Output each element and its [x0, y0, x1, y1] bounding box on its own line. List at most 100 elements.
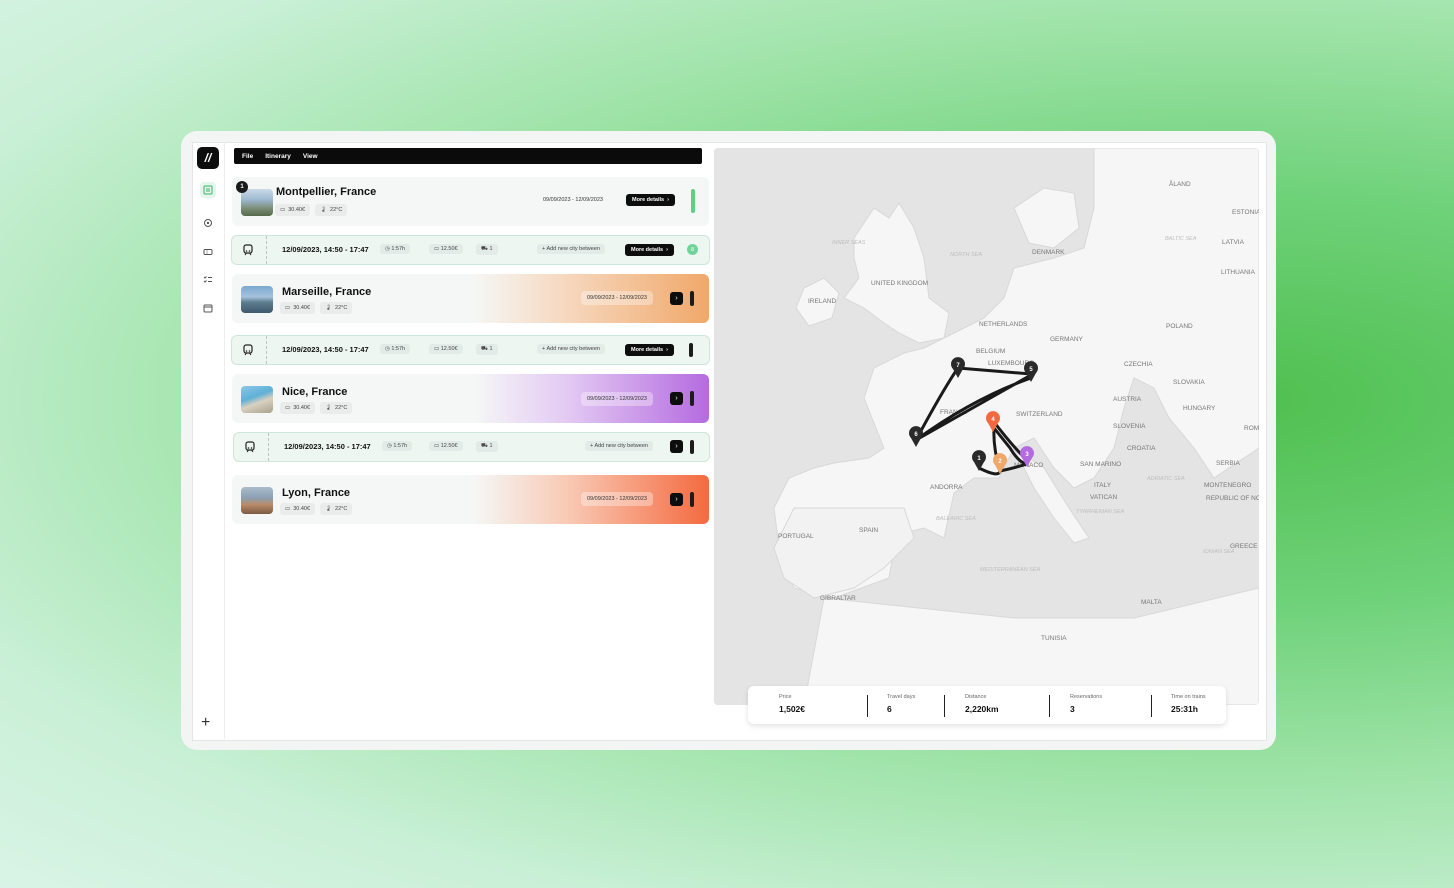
app-logo[interactable]: //	[197, 147, 219, 169]
map-label: ROM	[1244, 425, 1259, 432]
temp-chip: 🌡 22°C	[315, 204, 348, 216]
map-label: BELGIUM	[976, 348, 1005, 355]
stop-card-marseille[interactable]: Marseille, France ▭ 30.40€ 🌡 22°C 09/09/20…	[232, 274, 709, 323]
thermometer-icon: 🌡	[325, 305, 333, 311]
map-label: MONTENEGRO	[1204, 482, 1251, 489]
menu-view[interactable]: View	[303, 153, 318, 160]
menu-itinerary[interactable]: Itinerary	[265, 153, 291, 160]
add-city-button[interactable]: + Add new city between	[585, 441, 653, 451]
stat-divider	[944, 695, 945, 717]
stop-color-bar[interactable]	[691, 189, 695, 213]
map-label: SLOVENIA	[1113, 423, 1146, 430]
map-label: DENMARK	[1032, 249, 1065, 256]
city-name: Marseille, France	[282, 286, 372, 298]
checklist-icon[interactable]	[200, 272, 216, 288]
map-label: REPUBLIC OF NO MACEDONIA	[1206, 495, 1259, 502]
map-label: BALTIC SEA	[1165, 236, 1197, 242]
leg-status-badge: 8	[687, 244, 698, 255]
date-range: 09/09/2023 - 12/09/2023	[581, 291, 653, 305]
leg-divider	[268, 433, 269, 461]
stop-card-montpellier[interactable]: Montpellier, France ▭ 30.40€ 🌡 22°C 09/09/…	[232, 177, 709, 226]
map-label: TYRRHENIAN SEA	[1076, 509, 1125, 515]
map-label: SERBIA	[1216, 460, 1241, 467]
stat-distance: Distance 2,220km	[965, 694, 999, 714]
add-city-button[interactable]: + Add new city between	[537, 344, 605, 354]
stat-divider	[1151, 695, 1152, 717]
stat-reservations: Reservations 3	[1070, 694, 1103, 714]
add-city-button[interactable]: + Add new city between	[537, 244, 605, 254]
map-label: SWITZERLAND	[1016, 411, 1063, 418]
more-details-button[interactable]: More details ›	[626, 194, 675, 206]
seats-chip: ⛟ 1	[476, 344, 498, 355]
map-label: ESTONIA	[1232, 209, 1259, 216]
side-rail	[192, 142, 225, 739]
map-label: CROATIA	[1127, 445, 1156, 452]
train-leg-3[interactable]: 12/09/2023, 14:50 - 17:47 ◷ 1:57h ▭ 12.5…	[233, 432, 710, 462]
leg-color-bar[interactable]	[689, 343, 693, 357]
map-label: TUNISIA	[1041, 635, 1067, 642]
map-label: CZECHIA	[1124, 361, 1153, 368]
chevron-right-icon[interactable]: ›	[670, 440, 683, 453]
map-label: ITALY	[1094, 482, 1112, 489]
leg-price-chip: ▭ 12.50€	[429, 441, 463, 451]
list-icon[interactable]	[200, 182, 216, 198]
train-icon	[242, 343, 254, 361]
chevron-right-icon[interactable]: ›	[670, 493, 683, 506]
map-label: GREECE	[1230, 543, 1258, 550]
temp-chip: 🌡 22°C	[320, 402, 353, 414]
stat-time-on-trains: Time on trains 25:31h	[1171, 694, 1206, 714]
date-range: 09/09/2023 - 12/09/2023	[543, 197, 603, 203]
stop-color-bar[interactable]	[690, 291, 694, 306]
map-label: AUSTRIA	[1113, 396, 1142, 403]
seats-chip: ⛟ 1	[476, 244, 498, 255]
map-label: INNER SEAS	[832, 240, 866, 246]
date-range: 09/09/2023 - 12/09/2023	[581, 492, 653, 506]
map-label: UNITED KINGDOM	[871, 280, 928, 287]
route-map[interactable]: ÅLAND ESTONIA LATVIA LITHUANIA INNER SEAS NOR…	[714, 148, 1259, 705]
date-range: 09/09/2023 - 12/09/2023	[581, 392, 653, 406]
map-label: SPAIN	[859, 527, 878, 534]
map-label: GERMANY	[1050, 336, 1084, 343]
more-details-button[interactable]: More details ›	[625, 344, 674, 356]
map-label: LATVIA	[1222, 239, 1245, 246]
duration-chip: ◷ 1:57h	[380, 244, 411, 254]
trip-stats-bar: Price 1,502€ Travel days 6 Distance 2,220km…	[748, 686, 1226, 724]
leg-price-chip: ▭ 12.50€	[429, 344, 463, 354]
settings-icon[interactable]	[200, 215, 216, 231]
seats-chip: ⛟ 1	[476, 441, 498, 452]
stat-divider	[867, 695, 868, 717]
stop-color-bar[interactable]	[690, 391, 694, 406]
train-icon	[244, 440, 256, 458]
train-leg-1[interactable]: 12/09/2023, 14:50 - 17:47 ◷ 1:57h ▭ 12.5…	[231, 235, 710, 265]
stop-color-bar[interactable]	[690, 492, 694, 507]
map-label: ADRIATIC SEA	[1146, 476, 1185, 482]
map-label: POLAND	[1166, 323, 1193, 330]
map-label: VATICAN	[1090, 494, 1118, 501]
chevron-right-icon[interactable]: ›	[670, 392, 683, 405]
stop-card-lyon[interactable]: Lyon, France ▭ 30.40€ 🌡 22°C 09/09/2023 - …	[232, 475, 709, 524]
add-icon[interactable]: +	[201, 714, 210, 732]
price-chip: ▭ 30.40€	[280, 402, 316, 414]
calendar-icon[interactable]	[200, 300, 216, 316]
menu-file[interactable]: File	[242, 153, 253, 160]
leg-color-bar[interactable]	[690, 440, 694, 454]
train-leg-2[interactable]: 12/09/2023, 14:50 - 17:47 ◷ 1:57h ▭ 12.5…	[231, 335, 710, 365]
bed-icon: ▭	[285, 506, 291, 512]
stop-card-nice[interactable]: Nice, France ▭ 30.40€ 🌡 22°C 09/09/2023 - …	[232, 374, 709, 423]
map-canvas[interactable]: ÅLAND ESTONIA LATVIA LITHUANIA INNER SEAS NOR…	[714, 148, 1259, 705]
temp-chip: 🌡 22°C	[320, 302, 353, 314]
stat-travel-days: Travel days 6	[887, 694, 916, 714]
map-label: HUNGARY	[1183, 405, 1216, 412]
city-thumbnail	[241, 386, 273, 413]
map-label: BALEARIC SEA	[936, 516, 976, 522]
map-label: ANDORRA	[930, 484, 963, 491]
leg-time: 12/09/2023, 14:50 - 17:47	[282, 245, 369, 254]
map-label: NORTH SEA	[950, 252, 982, 258]
map-label: IRELAND	[808, 298, 836, 305]
bed-icon: ▭	[285, 405, 291, 411]
ticket-icon[interactable]	[200, 244, 216, 260]
chevron-right-icon[interactable]: ›	[670, 292, 683, 305]
city-name: Lyon, France	[282, 487, 351, 499]
more-details-button[interactable]: More details ›	[625, 244, 674, 256]
temp-chip: 🌡 22°C	[320, 503, 353, 515]
